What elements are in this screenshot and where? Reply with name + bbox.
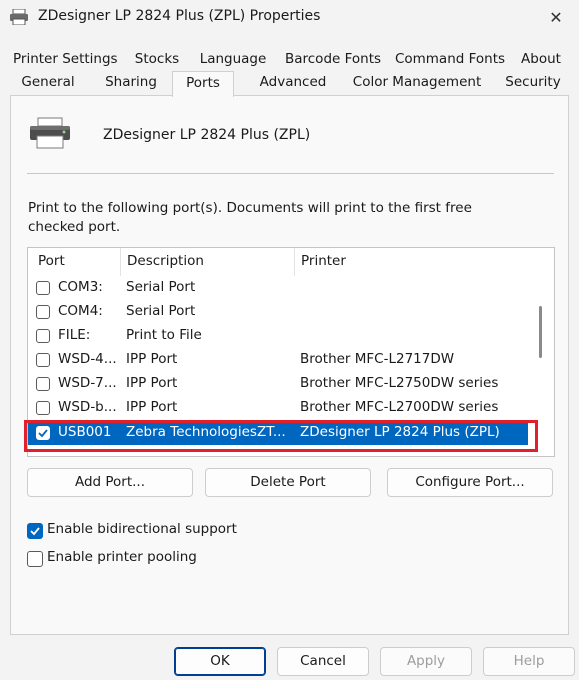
port-row[interactable]: COM4: Serial Port <box>28 300 528 324</box>
configure-port-button[interactable]: Configure Port... <box>387 468 553 497</box>
tab-ports[interactable]: Ports <box>172 71 234 97</box>
port-printer: ZDesigner LP 2824 Plus (ZPL) <box>300 424 500 440</box>
port-row[interactable]: COM3: Serial Port <box>28 276 528 300</box>
apply-button[interactable]: Apply <box>380 647 472 676</box>
title-bar: ZDesigner LP 2824 Plus (ZPL) Properties … <box>0 0 579 36</box>
scrollbar-thumb[interactable] <box>539 306 542 358</box>
port-checkbox[interactable] <box>36 281 50 295</box>
column-header-description[interactable]: Description <box>127 253 204 269</box>
port-description: Print to File <box>126 327 202 343</box>
port-printer: Brother MFC-L2717DW <box>300 351 455 367</box>
checkmark-icon <box>30 527 40 536</box>
port-row[interactable]: WSD-b... IPP Port Brother MFC-L2700DW se… <box>28 396 528 420</box>
add-port-button[interactable]: Add Port... <box>27 468 193 497</box>
ports-panel: ZDesigner LP 2824 Plus (ZPL) Print to th… <box>10 95 569 635</box>
printer-icon <box>10 9 28 25</box>
tab-general[interactable]: General <box>16 71 80 95</box>
tab-language[interactable]: Language <box>196 48 270 72</box>
port-row[interactable]: WSD-7... IPP Port Brother MFC-L2750DW se… <box>28 372 528 396</box>
tab-command-fonts[interactable]: Command Fonts <box>394 48 506 72</box>
column-separator[interactable] <box>294 248 295 276</box>
list-header: Port Description Printer <box>28 248 528 276</box>
printer-large-icon <box>30 117 70 149</box>
dialog-footer: OK Cancel Apply Help <box>0 640 579 680</box>
ok-button[interactable]: OK <box>174 647 266 676</box>
port-checkbox[interactable] <box>36 377 50 391</box>
printer-pooling-option[interactable]: Enable printer pooling <box>27 549 287 569</box>
column-separator[interactable] <box>120 248 121 276</box>
port-description: IPP Port <box>126 399 178 415</box>
port-row[interactable]: WSD-4... IPP Port Brother MFC-L2717DW <box>28 348 528 372</box>
printer-name: ZDesigner LP 2824 Plus (ZPL) <box>103 127 311 143</box>
pooling-label: Enable printer pooling <box>47 549 197 565</box>
port-printer: Brother MFC-L2700DW series <box>300 399 499 415</box>
instructions-text: Print to the following port(s). Document… <box>28 200 472 235</box>
port-name: WSD-b... <box>58 399 117 415</box>
port-checkbox[interactable] <box>36 353 50 367</box>
port-checkbox[interactable] <box>36 329 50 343</box>
tab-stocks[interactable]: Stocks <box>127 48 187 72</box>
help-button[interactable]: Help <box>483 647 575 676</box>
tab-about[interactable]: About <box>516 48 566 72</box>
port-list[interactable]: Port Description Printer COM3: Serial Po… <box>27 247 555 457</box>
port-name: USB001 <box>58 424 112 440</box>
port-checkbox[interactable] <box>36 305 50 319</box>
port-description: IPP Port <box>126 351 178 367</box>
tab-security[interactable]: Security <box>500 71 566 95</box>
tab-printer-settings[interactable]: Printer Settings <box>13 48 118 72</box>
pooling-checkbox[interactable] <box>27 551 43 567</box>
port-description: Serial Port <box>126 279 196 295</box>
vertical-scrollbar[interactable] <box>528 248 554 456</box>
checkmark-icon <box>38 429 48 438</box>
cancel-button[interactable]: Cancel <box>277 647 369 676</box>
bidirectional-label: Enable bidirectional support <box>47 521 237 537</box>
port-name: FILE: <box>58 327 91 343</box>
window-title: ZDesigner LP 2824 Plus (ZPL) Properties <box>38 8 321 24</box>
bidirectional-checkbox[interactable] <box>27 523 43 539</box>
delete-port-button[interactable]: Delete Port <box>205 468 371 497</box>
port-description: Serial Port <box>126 303 196 319</box>
port-description: IPP Port <box>126 375 178 391</box>
port-description: Zebra TechnologiesZT... <box>126 424 286 440</box>
port-checkbox[interactable] <box>36 401 50 415</box>
column-header-port[interactable]: Port <box>38 253 65 269</box>
divider <box>27 173 554 174</box>
port-name: WSD-7... <box>58 375 117 391</box>
tab-barcode-fonts[interactable]: Barcode Fonts <box>282 48 384 72</box>
port-printer: Brother MFC-L2750DW series <box>300 375 499 391</box>
bidirectional-support-option[interactable]: Enable bidirectional support <box>27 521 287 541</box>
port-name: COM3: <box>58 279 103 295</box>
tab-advanced[interactable]: Advanced <box>250 71 336 95</box>
close-icon: ✕ <box>549 7 563 27</box>
tab-color-management[interactable]: Color Management <box>350 71 484 95</box>
port-row[interactable]: FILE: Print to File <box>28 324 528 348</box>
tab-sharing[interactable]: Sharing <box>98 71 164 95</box>
port-row-selected[interactable]: USB001 Zebra TechnologiesZT... ZDesigner… <box>28 421 528 445</box>
close-button[interactable]: ✕ <box>533 0 579 34</box>
port-name: COM4: <box>58 303 103 319</box>
column-header-printer[interactable]: Printer <box>301 253 346 269</box>
port-checkbox-checked[interactable] <box>36 426 50 440</box>
port-name: WSD-4... <box>58 351 117 367</box>
